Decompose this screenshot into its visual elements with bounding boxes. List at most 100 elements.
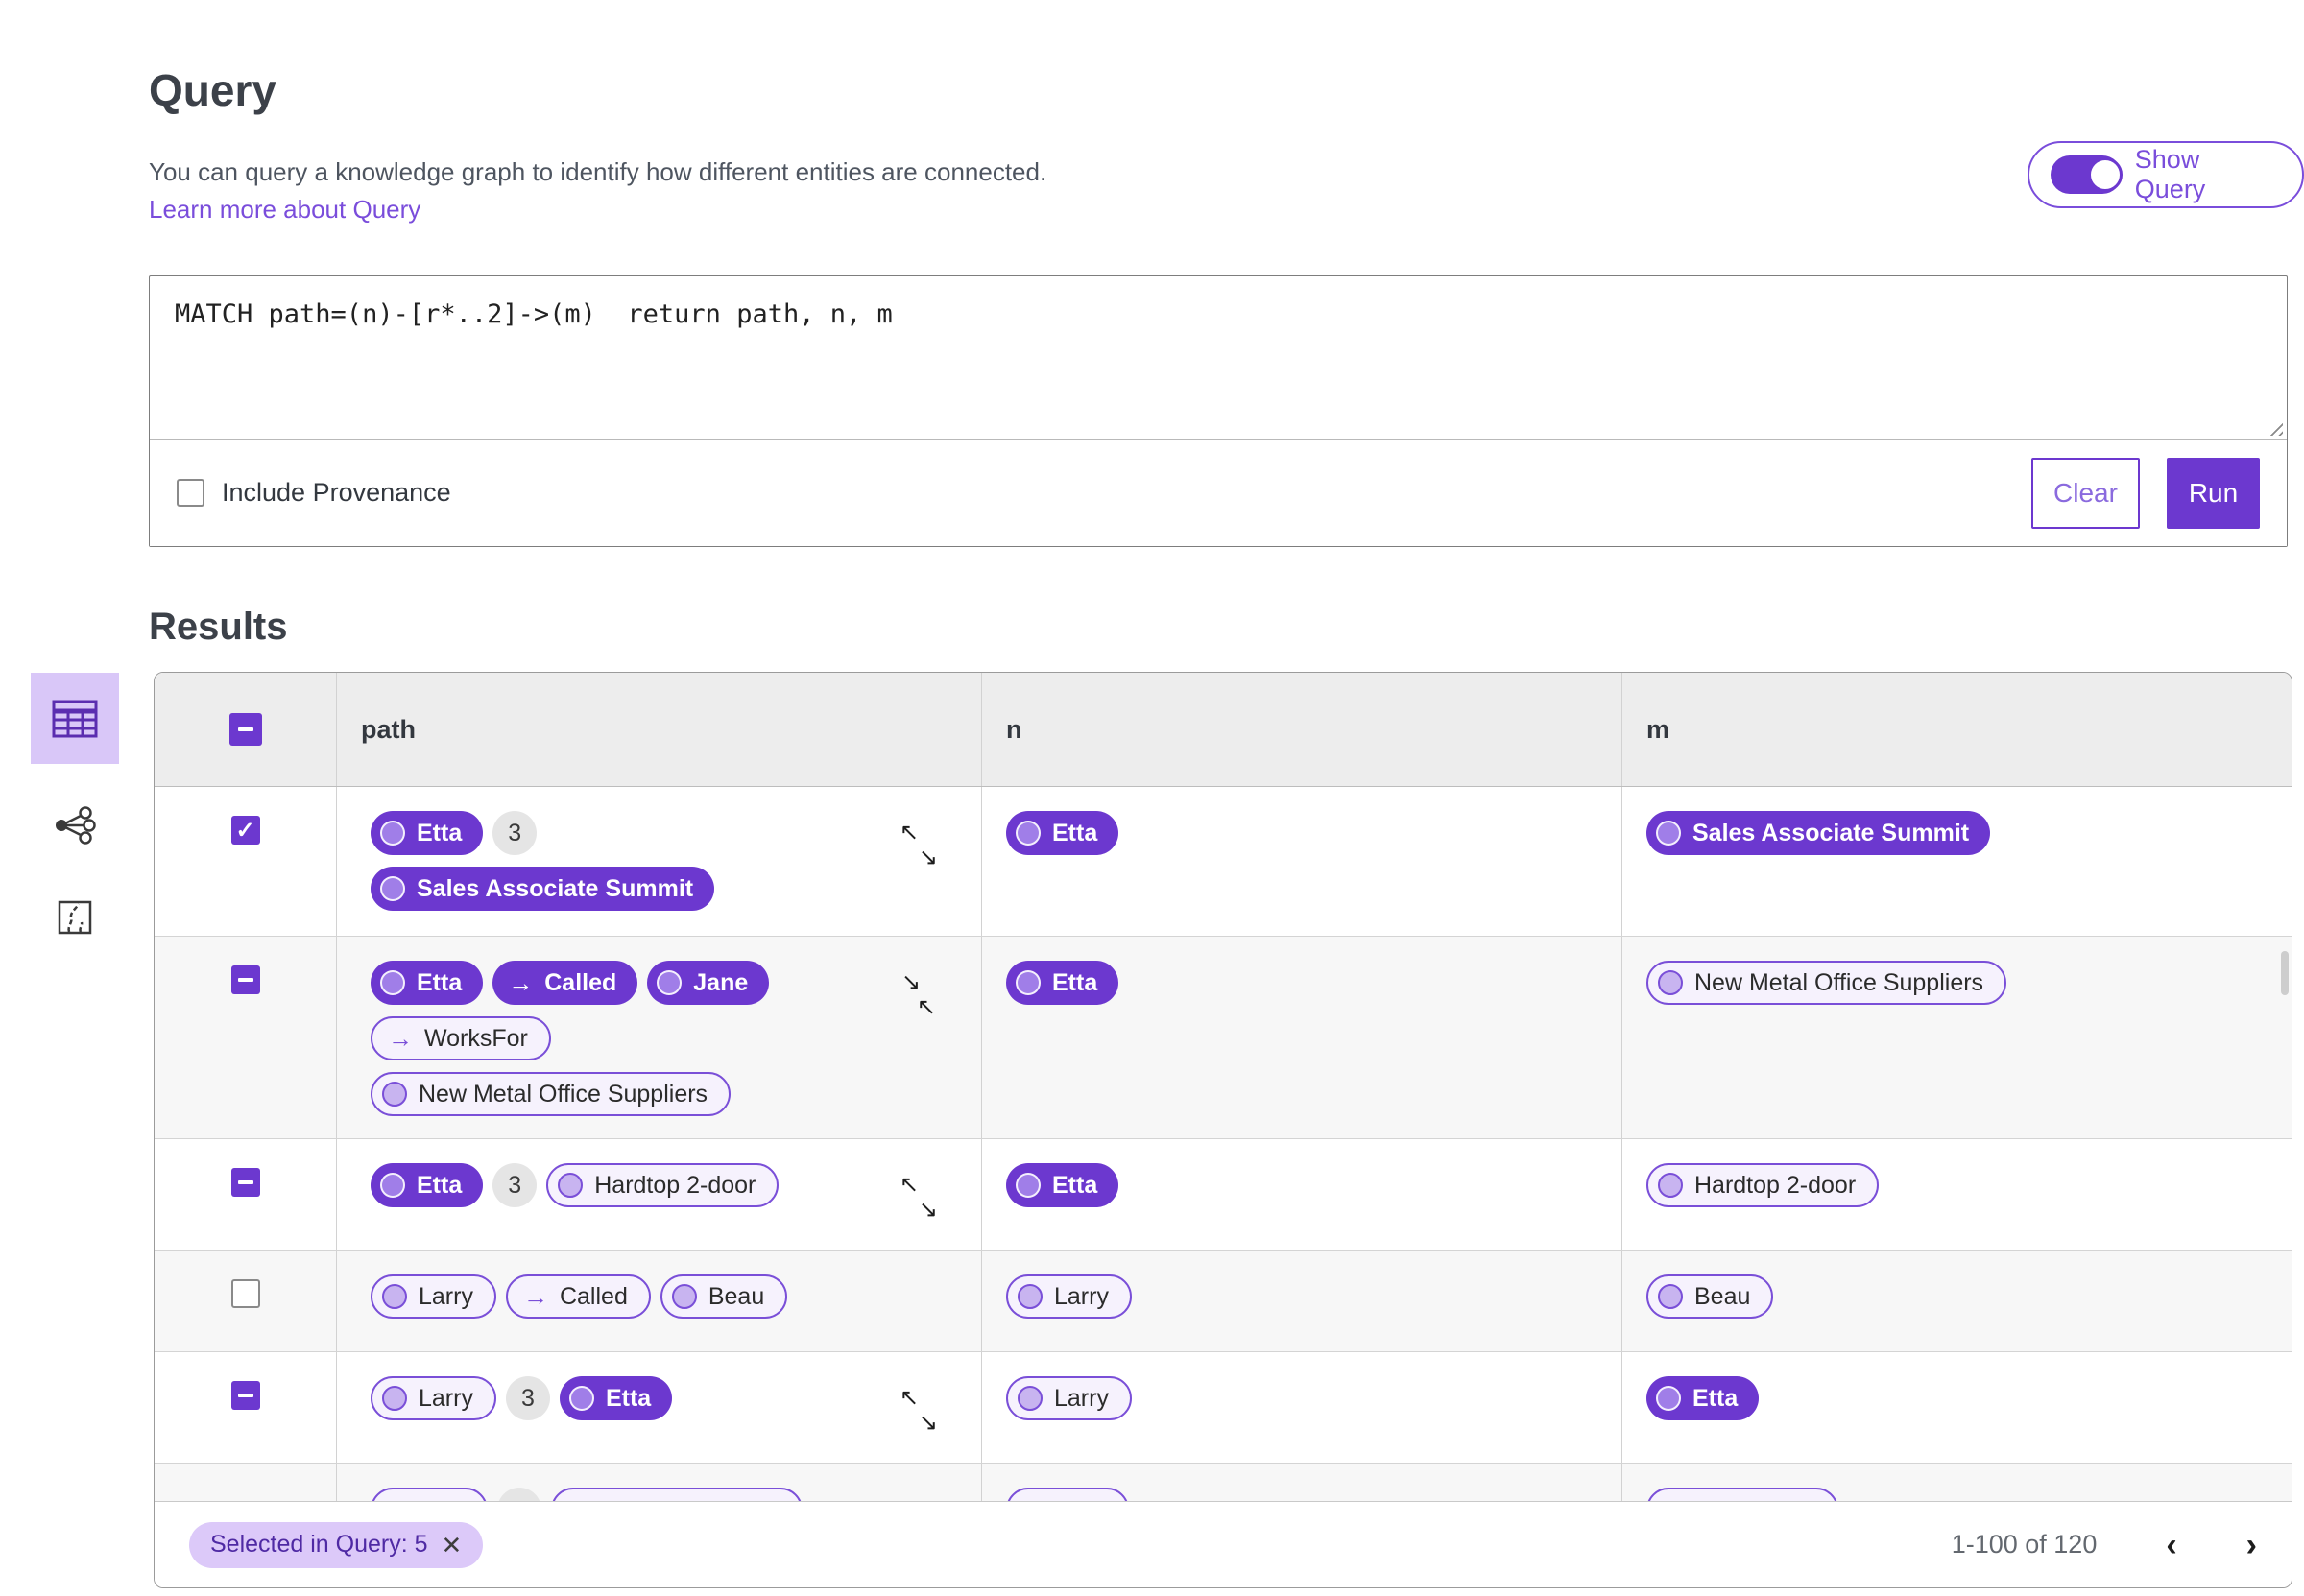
node-circle-icon bbox=[380, 876, 405, 901]
node-pill[interactable]: Etta bbox=[559, 1376, 673, 1420]
arrow-right-icon: → bbox=[522, 1282, 548, 1311]
partial-node-pill[interactable] bbox=[1006, 1488, 1129, 1501]
expand-icon[interactable]: ↖ ↘ bbox=[900, 1174, 938, 1222]
node-circle-icon bbox=[382, 1386, 407, 1411]
node-circle-icon bbox=[568, 1386, 594, 1411]
page-title: Query bbox=[149, 64, 276, 115]
pill-label: Called bbox=[544, 968, 617, 996]
node-pill[interactable]: New Metal Office Suppliers bbox=[371, 1072, 732, 1116]
node-pill[interactable]: New Metal Office Suppliers bbox=[1646, 961, 2007, 1005]
node-pill[interactable]: Etta bbox=[1006, 961, 1119, 1005]
pill-label: Hardtop 2-door bbox=[594, 1171, 756, 1199]
include-provenance-label: Include Provenance bbox=[222, 478, 451, 507]
node-circle-icon bbox=[1016, 970, 1041, 995]
pill-label: Etta bbox=[1052, 819, 1098, 846]
row-checkbox[interactable] bbox=[230, 1381, 260, 1410]
node-pill[interactable]: Etta bbox=[1646, 1376, 1760, 1420]
header-checkbox-cell bbox=[155, 673, 337, 786]
node-pill[interactable]: Hardtop 2-door bbox=[546, 1163, 780, 1207]
column-header-m: m bbox=[1646, 714, 1670, 744]
pill-label: Jane bbox=[693, 968, 749, 996]
node-pill[interactable]: Larry bbox=[1006, 1376, 1132, 1420]
chevron-right-icon[interactable]: › bbox=[2246, 1529, 2257, 1561]
node-pill[interactable]: Sales Associate Summit bbox=[1646, 811, 1991, 855]
run-button[interactable]: Run bbox=[2167, 457, 2260, 529]
column-header-path: path bbox=[337, 673, 982, 786]
path-count-badge: 3 bbox=[492, 811, 538, 855]
node-circle-icon bbox=[1016, 821, 1041, 846]
table-scrollbar[interactable] bbox=[2281, 951, 2289, 995]
row-checkbox[interactable]: ✓ bbox=[230, 816, 260, 845]
node-pill[interactable]: Larry bbox=[1006, 1274, 1132, 1319]
node-pill[interactable]: Sales Associate Summit bbox=[371, 867, 715, 911]
graph-view-button[interactable] bbox=[31, 795, 119, 856]
node-pill[interactable]: Etta bbox=[371, 811, 484, 855]
partial-node-pill[interactable] bbox=[371, 1488, 488, 1501]
node-circle-icon bbox=[1658, 1173, 1683, 1198]
node-pill[interactable]: Etta bbox=[371, 1163, 484, 1207]
chevron-left-icon[interactable]: ‹ bbox=[2166, 1529, 2176, 1561]
query-editor: MATCH path=(n)-[r*..2]->(m) return path,… bbox=[149, 275, 2288, 547]
edge-pill[interactable]: → Called bbox=[505, 1274, 651, 1319]
toggle-on-icon bbox=[2051, 155, 2123, 194]
edge-pill[interactable]: → Called bbox=[492, 961, 638, 1005]
node-circle-icon bbox=[1656, 1386, 1681, 1411]
pill-label: Etta bbox=[417, 819, 463, 846]
node-circle-icon bbox=[1656, 821, 1681, 846]
expand-icon[interactable]: ↖ ↘ bbox=[900, 822, 938, 869]
node-circle-icon bbox=[380, 970, 405, 995]
arrow-right-icon: → bbox=[508, 968, 534, 997]
table-row: Etta → Called Jane → WorksFor New Metal Office… bbox=[155, 937, 2292, 1139]
node-circle-icon bbox=[380, 821, 405, 846]
pill-label: Hardtop 2-door bbox=[1694, 1171, 1857, 1199]
column-header-n: n bbox=[982, 673, 1622, 786]
remove-filter-icon[interactable]: ✕ bbox=[442, 1533, 463, 1558]
node-pill[interactable]: Beau bbox=[660, 1274, 788, 1319]
query-textarea[interactable]: MATCH path=(n)-[r*..2]->(m) return path,… bbox=[150, 276, 2287, 440]
page-description: You can query a knowledge graph to ident… bbox=[149, 157, 1047, 186]
partial-node-pill[interactable] bbox=[551, 1488, 803, 1501]
node-pill[interactable]: Larry bbox=[371, 1274, 496, 1319]
node-circle-icon bbox=[558, 1173, 584, 1198]
table-header-row: path n m bbox=[155, 673, 2292, 787]
include-provenance-checkbox[interactable] bbox=[177, 479, 204, 507]
select-all-checkbox[interactable] bbox=[228, 713, 262, 746]
node-pill[interactable]: Etta bbox=[1006, 1163, 1119, 1207]
node-pill[interactable]: Jane bbox=[647, 961, 770, 1005]
path-count-badge: 3 bbox=[492, 1163, 538, 1207]
query-page: Query You can query a knowledge graph to… bbox=[0, 0, 2304, 1596]
table-view-icon bbox=[52, 700, 98, 737]
row-checkbox[interactable] bbox=[230, 1279, 260, 1308]
table-row: Larry → Called Beau Larry Beau bbox=[155, 1251, 2292, 1352]
pill-label: Etta bbox=[1052, 1171, 1098, 1199]
row-checkbox[interactable] bbox=[230, 1168, 260, 1197]
node-circle-icon bbox=[671, 1284, 697, 1309]
table-row: ✓ Etta 3 Sales Associate Summit ↖ ↘ Etta Sales … bbox=[155, 787, 2292, 937]
selected-in-query-label: Selected in Query: 5 bbox=[210, 1531, 428, 1558]
row-checkbox[interactable] bbox=[230, 965, 260, 994]
pill-label: WorksFor bbox=[424, 1024, 528, 1052]
pill-label: Sales Associate Summit bbox=[417, 874, 694, 902]
table-view-button[interactable] bbox=[31, 673, 119, 764]
partial-node-pill[interactable] bbox=[1646, 1488, 1838, 1501]
selected-in-query-tag: Selected in Query: 5 ✕ bbox=[189, 1521, 484, 1568]
collapse-icon[interactable]: ↘ ↖ bbox=[900, 971, 938, 1019]
node-pill[interactable]: Etta bbox=[371, 961, 484, 1005]
expand-icon[interactable]: ↖ ↘ bbox=[900, 1387, 938, 1435]
partial-count-badge bbox=[497, 1488, 541, 1501]
node-pill[interactable]: Beau bbox=[1646, 1274, 1774, 1319]
table-row-partial bbox=[155, 1464, 2292, 1501]
edge-pill[interactable]: → WorksFor bbox=[371, 1016, 551, 1060]
clear-button[interactable]: Clear bbox=[2031, 457, 2140, 529]
pill-label: Beau bbox=[708, 1282, 765, 1310]
pill-label: Etta bbox=[1692, 1384, 1739, 1412]
show-query-toggle[interactable]: Show Query bbox=[2028, 141, 2304, 208]
pagination-info: 1-100 of 120 bbox=[1951, 1530, 2098, 1559]
map-view-button[interactable] bbox=[31, 887, 119, 948]
node-pill[interactable]: Larry bbox=[371, 1376, 496, 1420]
learn-more-link[interactable]: Learn more about Query bbox=[149, 195, 420, 225]
map-view-icon bbox=[58, 900, 92, 935]
node-pill[interactable]: Hardtop 2-door bbox=[1646, 1163, 1880, 1207]
node-circle-icon bbox=[1018, 1284, 1043, 1309]
node-pill[interactable]: Etta bbox=[1006, 811, 1119, 855]
